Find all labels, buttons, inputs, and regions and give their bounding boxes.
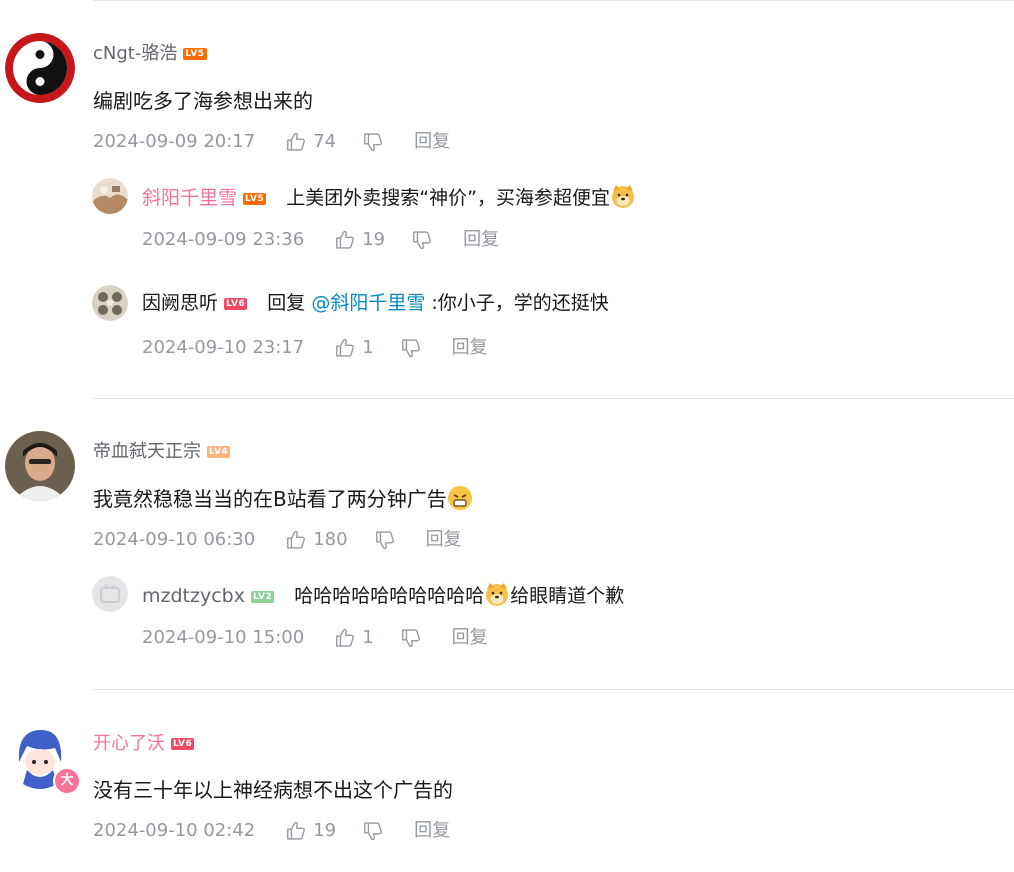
reply-time: 2024-09-10 23:17 bbox=[142, 337, 305, 358]
thumb-up-icon bbox=[285, 529, 307, 551]
reply-time: 2024-09-09 23:36 bbox=[142, 229, 305, 250]
avatar[interactable] bbox=[5, 431, 75, 501]
like-count: 19 bbox=[362, 229, 386, 250]
reply-line: 斜阳千里雪 LV5 上美团外卖搜索“神价”，买海参超便宜 bbox=[142, 183, 636, 211]
comment-text: 编剧吃多了海参想出来的 bbox=[93, 89, 313, 113]
like-count: 1 bbox=[362, 337, 374, 358]
dislike-button[interactable] bbox=[411, 229, 433, 251]
level-badge: LV2 bbox=[250, 591, 275, 603]
comment-username[interactable]: 开心了沃 LV6 bbox=[93, 732, 195, 756]
reply-meta: 2024-09-10 15:00 1 回复 bbox=[142, 626, 488, 650]
grin-emoji-icon bbox=[447, 486, 472, 510]
thumb-down-icon bbox=[400, 627, 422, 649]
comment-meta: 2024-09-09 20:17 74 回复 bbox=[93, 130, 450, 154]
thumb-down-icon bbox=[374, 529, 396, 551]
thumb-up-icon bbox=[285, 131, 307, 153]
thumb-up-icon bbox=[285, 820, 307, 842]
reply-avatar[interactable] bbox=[92, 285, 128, 321]
person-avatar-icon bbox=[5, 431, 75, 501]
avatar[interactable] bbox=[5, 33, 75, 103]
username-text[interactable]: 开心了沃 bbox=[93, 733, 165, 754]
food-avatar-icon bbox=[92, 285, 128, 321]
reply-line: 因阙思听 LV6 回复 @斜阳千里雪 :你小子，学的还挺快 bbox=[142, 290, 609, 316]
reply-text-suffix: 给眼睛道个歉 bbox=[510, 585, 625, 607]
dislike-button[interactable] bbox=[374, 529, 396, 551]
reply-prefix: 回复 bbox=[267, 292, 312, 314]
reply-line: mzdtzycbx LV2 哈哈哈哈哈哈哈哈哈哈 给眼睛道个歉 bbox=[142, 581, 624, 609]
yin-yang-avatar-icon bbox=[5, 33, 75, 103]
mention-link[interactable]: @斜阳千里雪 bbox=[311, 292, 425, 314]
reply-text: :你小子，学的还挺快 bbox=[425, 292, 609, 314]
like-count: 19 bbox=[313, 820, 337, 841]
comment-time: 2024-09-09 20:17 bbox=[93, 131, 256, 152]
landscape-avatar-icon bbox=[92, 178, 128, 214]
tv-default-avatar-icon bbox=[92, 576, 128, 612]
reply-button[interactable]: 回复 bbox=[414, 819, 450, 843]
divider bbox=[93, 689, 1014, 690]
like-button[interactable]: 19 bbox=[334, 228, 385, 252]
like-button[interactable]: 19 bbox=[285, 819, 336, 843]
level-badge: LV5 bbox=[183, 48, 207, 60]
reply-button[interactable]: 回复 bbox=[414, 130, 450, 154]
doge-rose-emoji-icon bbox=[484, 581, 510, 607]
like-button[interactable]: 180 bbox=[285, 528, 348, 552]
comment-meta: 2024-09-10 02:42 19 回复 bbox=[93, 819, 450, 843]
like-button[interactable]: 74 bbox=[285, 130, 336, 154]
level-badge: LV6 bbox=[171, 738, 195, 750]
comment-meta: 2024-09-10 06:30 180 回复 bbox=[93, 528, 462, 552]
dislike-button[interactable] bbox=[400, 337, 422, 359]
reply-username[interactable]: mzdtzycbx bbox=[142, 585, 245, 607]
like-count: 1 bbox=[362, 627, 374, 648]
level-badge: LV6 bbox=[224, 298, 248, 310]
like-button[interactable]: 1 bbox=[334, 336, 374, 360]
thumb-down-icon bbox=[411, 229, 433, 251]
thumb-up-icon bbox=[334, 229, 356, 251]
comment-text: 没有三十年以上神经病想不出这个广告的 bbox=[93, 778, 453, 802]
reply-avatar[interactable] bbox=[92, 576, 128, 612]
reply-meta: 2024-09-10 23:17 1 回复 bbox=[142, 336, 488, 360]
like-button[interactable]: 1 bbox=[334, 626, 374, 650]
reply-username[interactable]: 斜阳千里雪 bbox=[142, 187, 237, 209]
comment-username[interactable]: 帝血弑天正宗 LV4 bbox=[93, 440, 231, 464]
thumb-down-icon bbox=[362, 820, 384, 842]
thumb-down-icon bbox=[400, 337, 422, 359]
divider bbox=[93, 398, 1014, 399]
reply-text: 哈哈哈哈哈哈哈哈哈哈 bbox=[294, 585, 485, 607]
reply-username[interactable]: 因阙思听 bbox=[142, 292, 218, 314]
vip-badge: 大 bbox=[53, 767, 81, 795]
comment-time: 2024-09-10 06:30 bbox=[93, 529, 256, 550]
thumb-up-icon bbox=[334, 337, 356, 359]
reply-text: 上美团外卖搜索“神价”，买海参超便宜 bbox=[286, 187, 610, 209]
level-badge: LV5 bbox=[243, 193, 267, 205]
comment-text-body: 我竟然稳稳当当的在B站看了两分钟广告 bbox=[93, 487, 447, 511]
comment-text: 我竟然稳稳当当的在B站看了两分钟广告 bbox=[93, 485, 473, 513]
dislike-button[interactable] bbox=[400, 627, 422, 649]
divider-top bbox=[93, 0, 1014, 1]
reply-button[interactable]: 回复 bbox=[452, 626, 488, 650]
thumb-up-icon bbox=[334, 627, 356, 649]
reply-time: 2024-09-10 15:00 bbox=[142, 627, 305, 648]
reply-button[interactable]: 回复 bbox=[426, 528, 462, 552]
reply-avatar[interactable] bbox=[92, 178, 128, 214]
level-badge: LV4 bbox=[207, 446, 231, 458]
reply-button[interactable]: 回复 bbox=[463, 228, 499, 252]
doge-emoji-icon bbox=[610, 183, 636, 209]
dislike-button[interactable] bbox=[362, 820, 384, 842]
reply-button[interactable]: 回复 bbox=[452, 336, 488, 360]
username-text[interactable]: 帝血弑天正宗 bbox=[93, 441, 201, 462]
like-count: 180 bbox=[313, 529, 348, 550]
comment-username[interactable]: cNgt-骆浩 LV5 bbox=[93, 42, 207, 66]
avatar[interactable]: 大 bbox=[5, 722, 81, 795]
reply-meta: 2024-09-09 23:36 19 回复 bbox=[142, 228, 499, 252]
like-count: 74 bbox=[313, 131, 337, 152]
thumb-down-icon bbox=[362, 131, 384, 153]
dislike-button[interactable] bbox=[362, 131, 384, 153]
comment-time: 2024-09-10 02:42 bbox=[93, 820, 256, 841]
username-text[interactable]: cNgt-骆浩 bbox=[93, 43, 177, 64]
